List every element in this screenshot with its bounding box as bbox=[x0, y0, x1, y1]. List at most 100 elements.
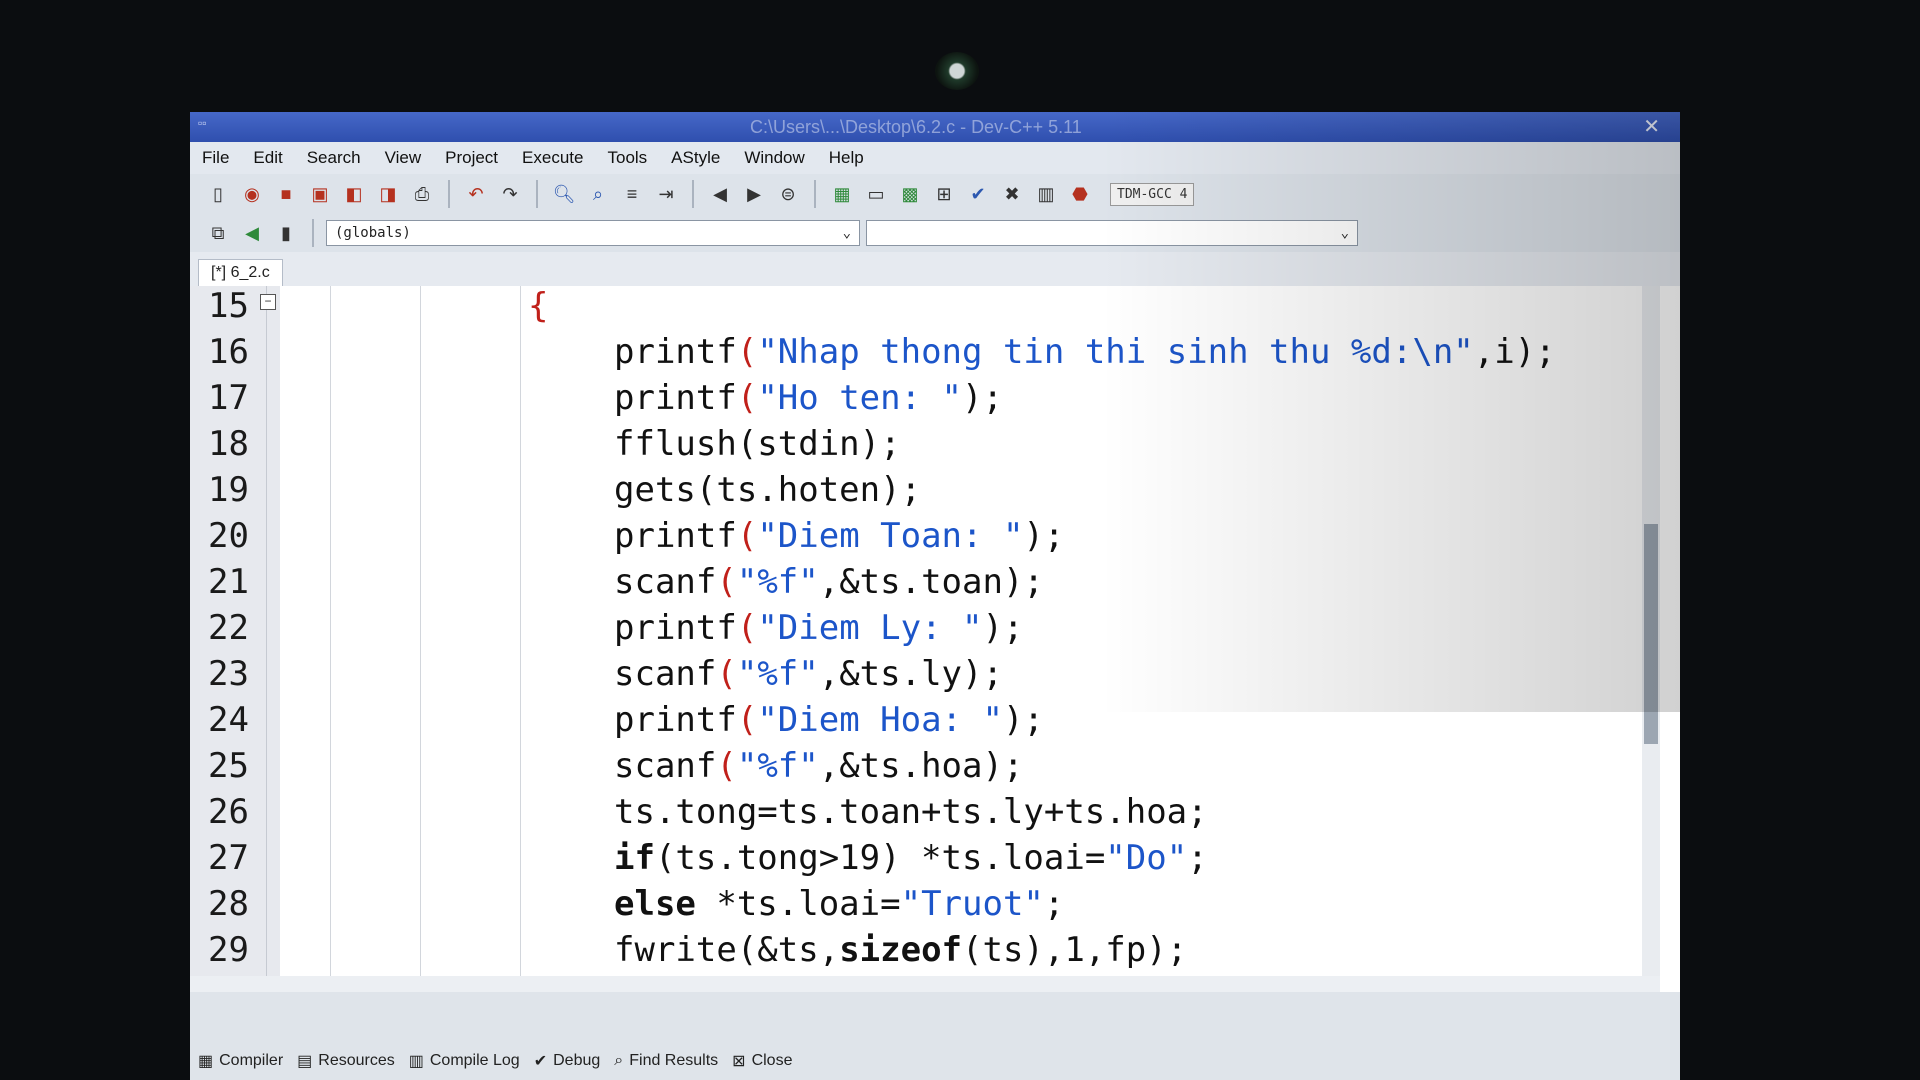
chart-icon: ▥ bbox=[408, 1053, 424, 1070]
line-number: 15 bbox=[208, 286, 249, 326]
run-icon[interactable]: ▭ bbox=[862, 180, 890, 208]
indent-guide bbox=[330, 286, 331, 992]
compile-run-icon[interactable]: ▩ bbox=[896, 180, 924, 208]
check-syntax-icon[interactable]: ✔ bbox=[964, 180, 992, 208]
code-line-22[interactable]: printf("Diem Ly: "); bbox=[614, 608, 1023, 648]
stop-icon[interactable]: ✖ bbox=[998, 180, 1026, 208]
code-line-25[interactable]: scanf("%f",&ts.hoa); bbox=[614, 746, 1023, 786]
save-all-icon[interactable]: ▣ bbox=[306, 180, 334, 208]
tab-label: Resources bbox=[318, 1052, 395, 1069]
code-line-27[interactable]: if(ts.tong>19) *ts.loai="Do"; bbox=[614, 838, 1208, 878]
code-paren: ( bbox=[736, 608, 758, 648]
menu-edit[interactable]: Edit bbox=[253, 148, 282, 168]
code-editor[interactable]: − 15 16 17 18 19 20 21 22 23 24 25 26 27… bbox=[190, 286, 1680, 992]
unindent-icon[interactable]: ⇥ bbox=[652, 180, 680, 208]
close-window-icon[interactable]: ✕ bbox=[1643, 114, 1660, 139]
replace-icon[interactable]: ⌕ bbox=[584, 180, 612, 208]
goto-forward-icon[interactable]: ▶ bbox=[740, 180, 768, 208]
code-line-19[interactable]: gets(ts.hoten); bbox=[614, 470, 921, 510]
insert-icon[interactable]: ◀ bbox=[238, 219, 266, 247]
code-line-24[interactable]: printf("Diem Hoa: "); bbox=[614, 700, 1044, 740]
code-mid: *ts.loai= bbox=[695, 884, 901, 924]
code-line-29[interactable]: fwrite(&ts,sizeof(ts),1,fp); bbox=[614, 930, 1187, 970]
scope-combo[interactable]: (globals) ⌄ bbox=[326, 220, 860, 246]
app-icon[interactable]: ▫▫ bbox=[198, 116, 207, 130]
close-panel-button[interactable]: ⊠ Close bbox=[732, 1051, 792, 1071]
code-fn: fwrite bbox=[614, 930, 737, 970]
bookmark-icon[interactable]: ⊜ bbox=[774, 180, 802, 208]
undo-icon[interactable]: ↶ bbox=[462, 180, 490, 208]
menu-tools[interactable]: Tools bbox=[607, 148, 647, 168]
code-line-17[interactable]: printf("Ho ten: "); bbox=[614, 378, 1003, 418]
tab-compile-log[interactable]: ▥ Compile Log bbox=[409, 1051, 520, 1071]
menu-file[interactable]: File bbox=[202, 148, 229, 168]
tab-debug[interactable]: ✔ Debug bbox=[534, 1051, 601, 1071]
code-line-23[interactable]: scanf("%f",&ts.ly); bbox=[614, 654, 1003, 694]
rebuild-icon[interactable]: ⊞ bbox=[930, 180, 958, 208]
resources-icon: ▤ bbox=[297, 1053, 313, 1070]
code-mid: (&ts, bbox=[736, 930, 840, 970]
menu-window[interactable]: Window bbox=[744, 148, 804, 168]
code-tail: ; bbox=[1043, 884, 1065, 924]
redo-icon[interactable]: ↷ bbox=[496, 180, 524, 208]
profile-icon[interactable]: ▥ bbox=[1032, 180, 1060, 208]
menu-search[interactable]: Search bbox=[307, 148, 361, 168]
goto-back-icon[interactable]: ◀ bbox=[706, 180, 734, 208]
search-icon: ⌕ bbox=[614, 1052, 624, 1069]
code-line-21[interactable]: scanf("%f",&ts.toan); bbox=[614, 562, 1044, 602]
horizontal-scrollbar[interactable] bbox=[190, 976, 1660, 992]
function-combo[interactable]: ⌄ bbox=[866, 220, 1358, 246]
menu-project[interactable]: Project bbox=[445, 148, 498, 168]
new-file-icon[interactable]: ▯ bbox=[204, 180, 232, 208]
toolbar-separator bbox=[692, 180, 694, 208]
title-bar: ▫▫ C:\Users\...\Desktop\6.2.c - Dev-C++ … bbox=[190, 112, 1680, 142]
grid-icon: ▦ bbox=[198, 1053, 214, 1070]
close-all-icon[interactable]: ◨ bbox=[374, 180, 402, 208]
code-tail: ); bbox=[1023, 516, 1065, 556]
line-number: 23 bbox=[208, 654, 249, 694]
chevron-down-icon[interactable]: ⌄ bbox=[843, 225, 851, 241]
code-string: "Diem Hoa: " bbox=[757, 700, 1003, 740]
toggle-bookmark-icon[interactable]: ▮ bbox=[272, 219, 300, 247]
code-line-18[interactable]: fflush(stdin); bbox=[614, 424, 901, 464]
tab-label: Compiler bbox=[219, 1052, 284, 1069]
code-line-20[interactable]: printf("Diem Toan: "); bbox=[614, 516, 1064, 556]
code-string: "Ho ten: " bbox=[757, 378, 963, 418]
menu-view[interactable]: View bbox=[385, 148, 422, 168]
vertical-scroll-thumb[interactable] bbox=[1644, 524, 1658, 744]
code-string: "Do" bbox=[1105, 838, 1188, 878]
print-icon[interactable]: ⎙ bbox=[408, 180, 436, 208]
tab-resources[interactable]: ▤ Resources bbox=[297, 1051, 395, 1071]
line-number: 18 bbox=[208, 424, 249, 464]
close-file-icon[interactable]: ◧ bbox=[340, 180, 368, 208]
vertical-scrollbar[interactable] bbox=[1642, 286, 1660, 976]
chevron-down-icon[interactable]: ⌄ bbox=[1341, 225, 1349, 241]
code-fn: scanf bbox=[614, 654, 717, 694]
tab-compiler[interactable]: ▦ Compiler bbox=[198, 1051, 283, 1071]
code-tail: ); bbox=[1002, 700, 1044, 740]
debug-icon[interactable]: ⬣ bbox=[1066, 180, 1094, 208]
save-icon[interactable]: ■ bbox=[272, 180, 300, 208]
code-line-28[interactable]: else *ts.loai="Truot"; bbox=[614, 884, 1064, 924]
code-line-16[interactable]: printf("Nhap thong tin thi sinh thu %d:\… bbox=[614, 332, 1556, 372]
line-number: 28 bbox=[208, 884, 249, 924]
open-file-icon[interactable]: ◉ bbox=[238, 180, 266, 208]
code-string: "Diem Toan: " bbox=[757, 516, 1024, 556]
menu-astyle[interactable]: AStyle bbox=[671, 148, 720, 168]
fold-collapse-icon[interactable]: − bbox=[260, 294, 276, 310]
compiler-select[interactable]: TDM-GCC 4 bbox=[1110, 182, 1195, 206]
menu-help[interactable]: Help bbox=[829, 148, 864, 168]
tab-6-2-c[interactable]: [*] 6_2.c bbox=[198, 259, 283, 286]
code-line-15[interactable]: { bbox=[528, 286, 548, 326]
compile-icon[interactable]: ▦ bbox=[828, 180, 856, 208]
code-line-26[interactable]: ts.tong=ts.toan+ts.ly+ts.hoa; bbox=[614, 792, 1208, 832]
tab-find-results[interactable]: ⌕ Find Results bbox=[614, 1052, 718, 1070]
line-number: 27 bbox=[208, 838, 249, 878]
find-icon[interactable]: 🔍︎ bbox=[550, 180, 578, 208]
indent-icon[interactable]: ≡ bbox=[618, 180, 646, 208]
toolbar-separator bbox=[536, 180, 538, 208]
class-browser-icon[interactable]: ⧉ bbox=[204, 219, 232, 247]
code-fn: scanf bbox=[614, 562, 717, 602]
devcpp-window: ▫▫ C:\Users\...\Desktop\6.2.c - Dev-C++ … bbox=[190, 112, 1680, 1080]
menu-execute[interactable]: Execute bbox=[522, 148, 583, 168]
